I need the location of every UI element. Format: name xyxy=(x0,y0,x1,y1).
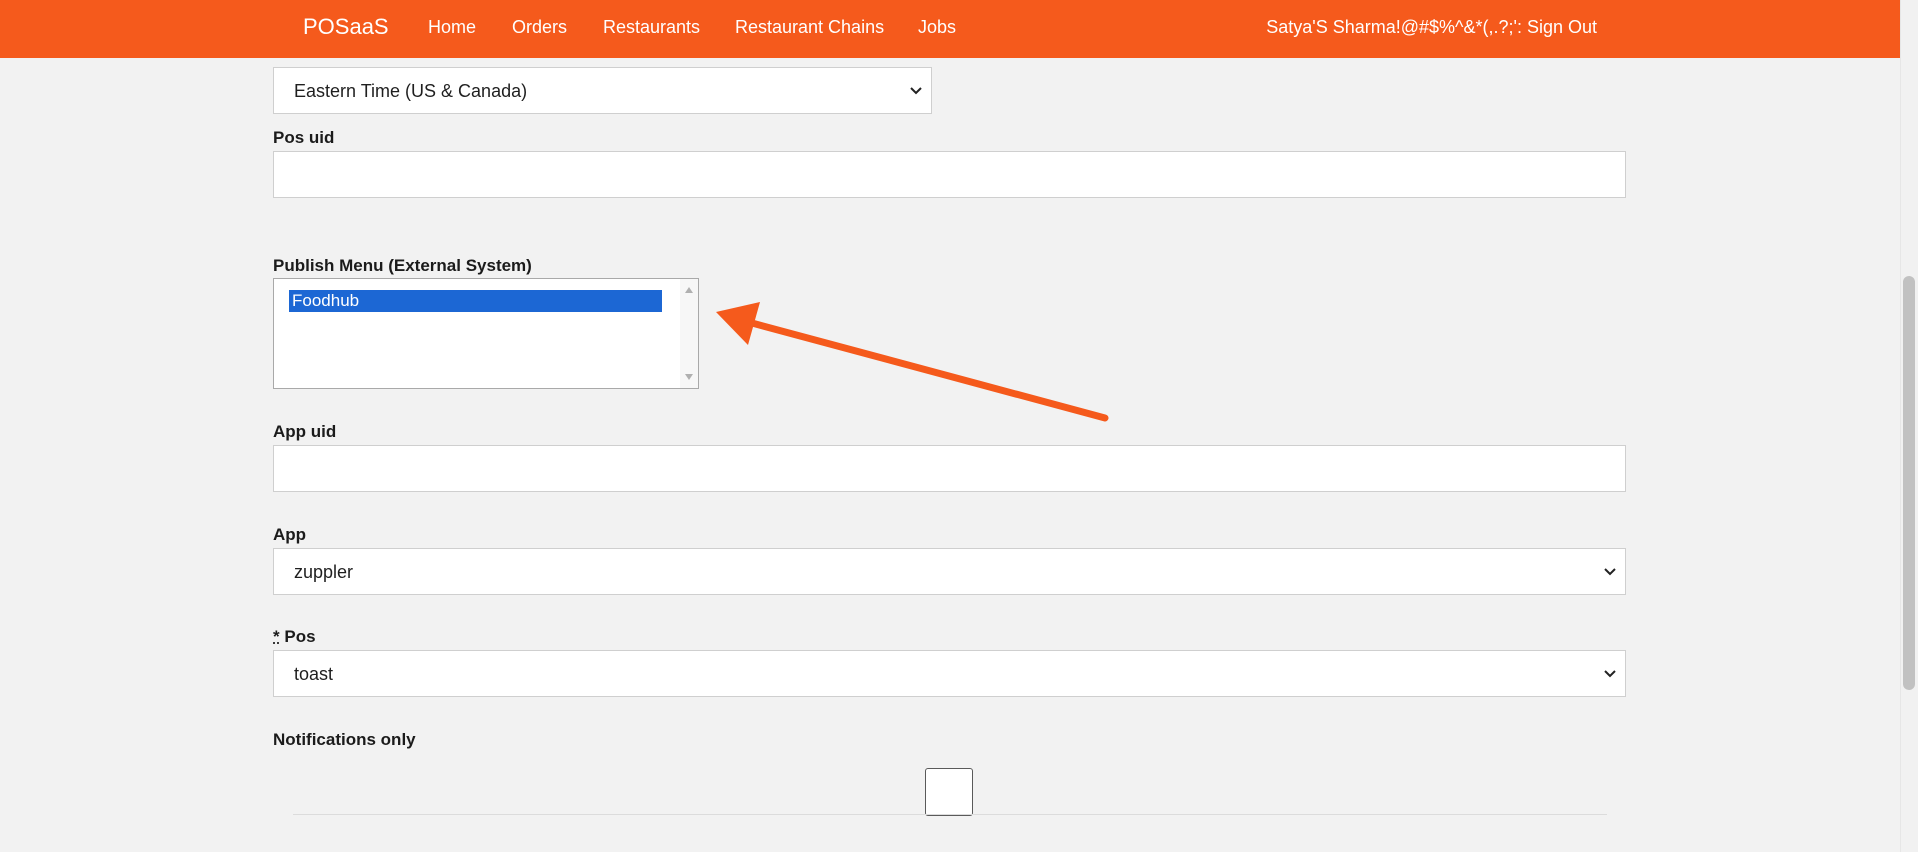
app-uid-label: App uid xyxy=(273,422,337,441)
user-sign-out-link[interactable]: Satya'S Sharma!@#$%^&*(,.?;': Sign Out xyxy=(1266,17,1597,38)
pos-select[interactable]: toast xyxy=(273,650,1626,697)
page-scrollbar-thumb[interactable] xyxy=(1903,276,1915,690)
required-marker: * xyxy=(273,627,280,646)
nav-link-restaurants[interactable]: Restaurants xyxy=(603,17,700,38)
nav-link-jobs[interactable]: Jobs xyxy=(918,17,956,38)
notifications-only-label: Notifications only xyxy=(273,730,416,749)
app-select-value: zuppler xyxy=(294,562,354,582)
top-navbar: POSaaS Home Orders Restaurants Restauran… xyxy=(0,0,1900,58)
scroll-down-icon[interactable] xyxy=(685,374,693,380)
pos-label-text: Pos xyxy=(284,627,316,646)
timezone-select[interactable]: Eastern Time (US & Canada) xyxy=(273,67,932,114)
pos-select-value: toast xyxy=(294,664,334,684)
app-select[interactable]: zuppler xyxy=(273,548,1626,595)
publish-menu-listbox[interactable]: Foodhub xyxy=(273,278,699,389)
app-uid-input[interactable] xyxy=(273,445,1626,492)
brand-link[interactable]: POSaaS xyxy=(303,14,389,40)
app-label: App xyxy=(273,525,307,544)
chevron-down-icon xyxy=(910,87,922,95)
chevron-down-icon xyxy=(1604,670,1616,678)
nav-link-orders[interactable]: Orders xyxy=(512,17,567,38)
timezone-select-value: Eastern Time (US & Canada) xyxy=(294,81,528,101)
form-divider xyxy=(293,814,1607,815)
listbox-scrollbar[interactable] xyxy=(680,279,698,388)
scroll-up-icon[interactable] xyxy=(685,287,693,293)
pos-uid-label: Pos uid xyxy=(273,128,335,147)
pos-label: * Pos xyxy=(273,627,316,647)
chevron-down-icon xyxy=(1604,568,1616,576)
listbox-option-foodhub[interactable]: Foodhub xyxy=(289,290,662,312)
notifications-only-checkbox[interactable] xyxy=(925,768,973,816)
nav-link-home[interactable]: Home xyxy=(428,17,476,38)
publish-menu-label: Publish Menu (External System) xyxy=(273,256,532,275)
nav-link-restaurant-chains[interactable]: Restaurant Chains xyxy=(735,17,884,38)
pos-uid-input[interactable] xyxy=(273,151,1626,198)
